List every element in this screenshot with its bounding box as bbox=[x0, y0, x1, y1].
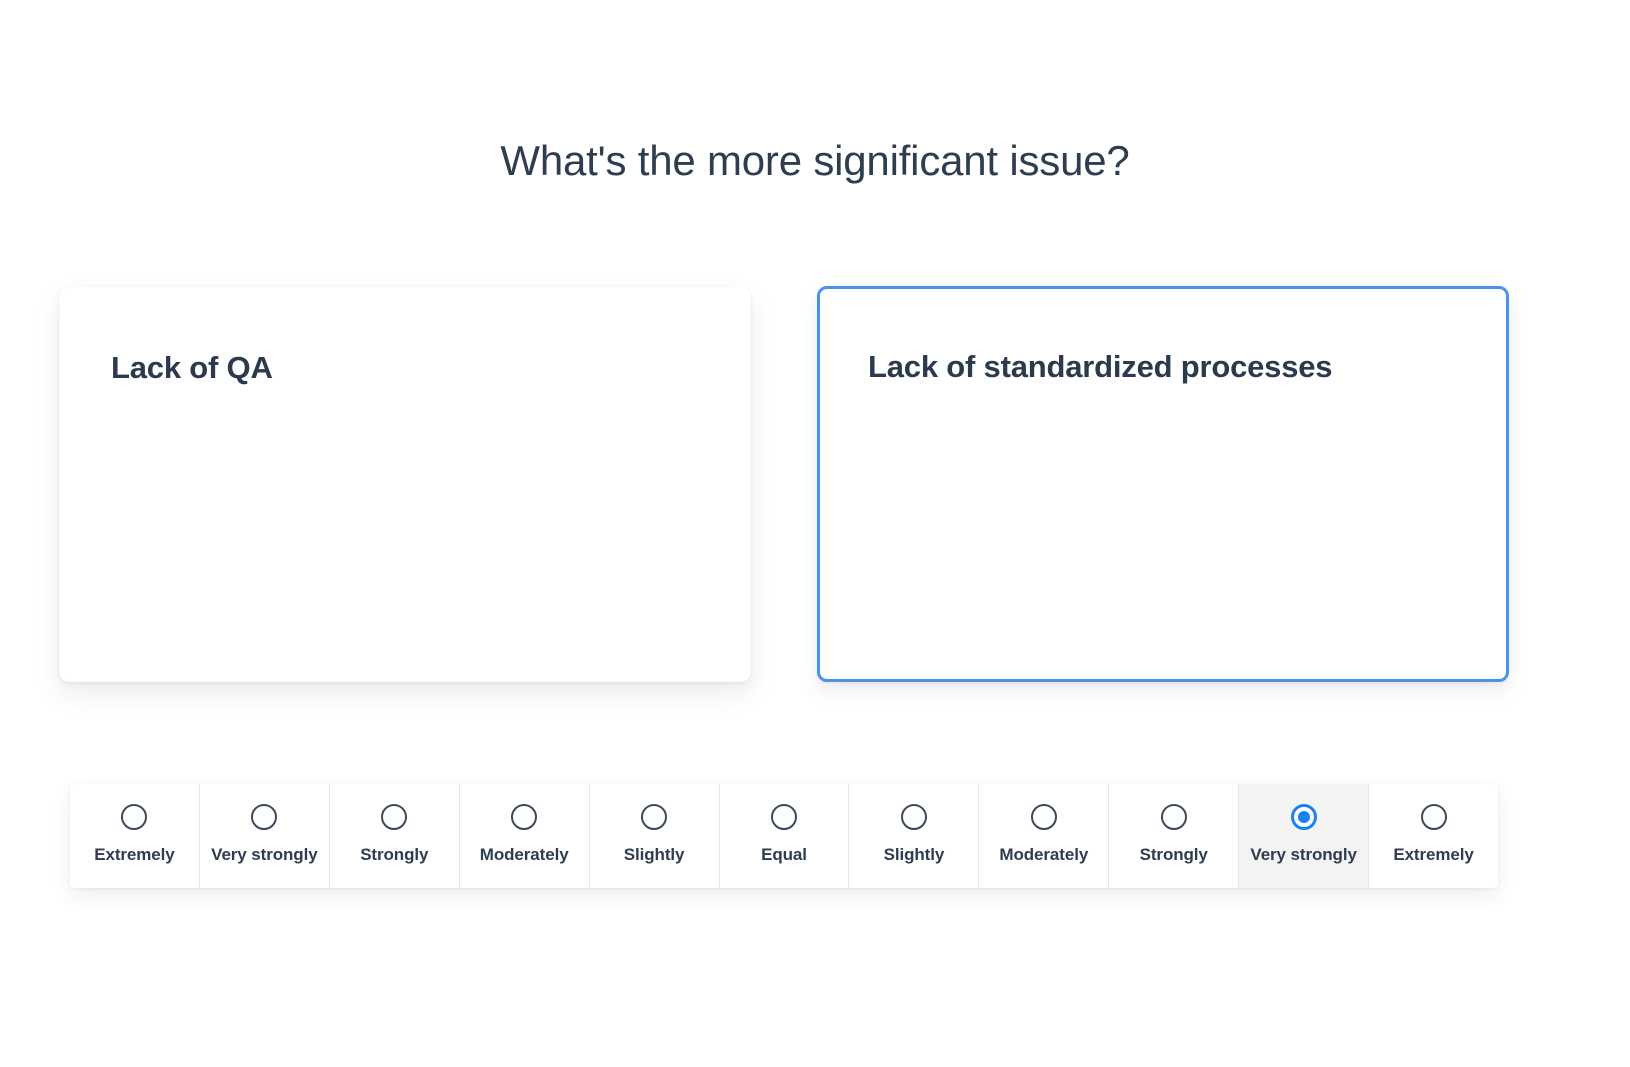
radio-unchecked-icon[interactable] bbox=[511, 804, 537, 830]
scale-option-label: Slightly bbox=[624, 845, 685, 865]
scale-option-label: Very strongly bbox=[211, 845, 317, 865]
scale-option-label: Moderately bbox=[999, 845, 1088, 865]
scale-option-label: Slightly bbox=[884, 845, 945, 865]
scale-option-label: Extremely bbox=[1393, 845, 1473, 865]
comparison-scale: Extremely Very strongly Strongly Moderately… bbox=[70, 784, 1498, 888]
scale-option-0[interactable]: Extremely bbox=[70, 784, 199, 888]
page-title: What's the more significant issue? bbox=[0, 136, 1630, 186]
option-card-left[interactable]: Lack of QA bbox=[59, 286, 751, 682]
scale-option-label: Extremely bbox=[94, 845, 174, 865]
scale-option-4[interactable]: Slightly bbox=[589, 784, 719, 888]
radio-unchecked-icon[interactable] bbox=[901, 804, 927, 830]
radio-checked-icon[interactable] bbox=[1291, 804, 1317, 830]
scale-option-label: Moderately bbox=[480, 845, 569, 865]
radio-unchecked-icon[interactable] bbox=[121, 804, 147, 830]
radio-unchecked-icon[interactable] bbox=[771, 804, 797, 830]
scale-option-2[interactable]: Strongly bbox=[329, 784, 459, 888]
radio-unchecked-icon[interactable] bbox=[1421, 804, 1447, 830]
radio-unchecked-icon[interactable] bbox=[1161, 804, 1187, 830]
option-cards-row: Lack of QA Lack of standardized processe… bbox=[59, 286, 1509, 682]
scale-option-label: Strongly bbox=[360, 845, 428, 865]
comparison-question-page: What's the more significant issue? Lack … bbox=[0, 0, 1630, 1067]
scale-option-10[interactable]: Extremely bbox=[1368, 784, 1498, 888]
option-card-right[interactable]: Lack of standardized processes bbox=[817, 286, 1509, 682]
scale-option-label: Strongly bbox=[1140, 845, 1208, 865]
radio-unchecked-icon[interactable] bbox=[251, 804, 277, 830]
scale-option-9[interactable]: Very strongly bbox=[1238, 784, 1368, 888]
scale-option-5[interactable]: Equal bbox=[719, 784, 849, 888]
scale-option-8[interactable]: Strongly bbox=[1108, 784, 1238, 888]
radio-unchecked-icon[interactable] bbox=[381, 804, 407, 830]
option-card-left-label: Lack of QA bbox=[111, 349, 750, 388]
radio-unchecked-icon[interactable] bbox=[641, 804, 667, 830]
scale-option-7[interactable]: Moderately bbox=[978, 784, 1108, 888]
option-card-right-label: Lack of standardized processes bbox=[868, 348, 1506, 387]
scale-option-1[interactable]: Very strongly bbox=[199, 784, 329, 888]
scale-option-6[interactable]: Slightly bbox=[848, 784, 978, 888]
scale-option-label: Very strongly bbox=[1250, 845, 1356, 865]
scale-option-label: Equal bbox=[761, 845, 807, 865]
scale-option-3[interactable]: Moderately bbox=[459, 784, 589, 888]
radio-unchecked-icon[interactable] bbox=[1031, 804, 1057, 830]
